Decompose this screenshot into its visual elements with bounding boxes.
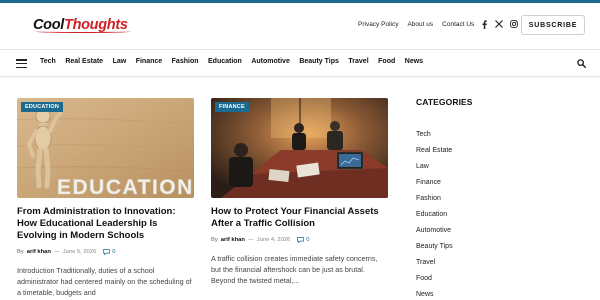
social-links (480, 19, 518, 29)
header-divider (0, 49, 600, 50)
sidebar-category-list: Tech Real Estate Law Finance Fashion Edu… (416, 130, 453, 300)
post-title[interactable]: From Administration to Innovation: How E… (17, 206, 194, 242)
instagram-icon[interactable] (510, 19, 518, 29)
search-icon[interactable] (577, 59, 586, 68)
logo-underline (35, 30, 131, 33)
main-nav: Tech Real Estate Law Finance Fashion Edu… (40, 58, 423, 65)
nav-automotive[interactable]: Automotive (251, 58, 290, 65)
nav-divider (0, 76, 600, 77)
meta-separator: — (53, 249, 60, 255)
sidebar-category-finance[interactable]: Finance (416, 178, 453, 194)
post-date: June 4, 2026 (256, 237, 291, 243)
post-title[interactable]: How to Protect Your Financial Assets Aft… (211, 206, 388, 230)
comments-link[interactable]: 0 (103, 249, 116, 255)
sidebar-category-beauty-tips[interactable]: Beauty Tips (416, 242, 453, 258)
link-privacy-policy[interactable]: Privacy Policy (358, 21, 398, 28)
post-meta: By arif khan — June 5, 2026 0 (17, 249, 194, 255)
link-contact-us[interactable]: Contact Us (442, 21, 474, 28)
top-accent-bar (0, 0, 600, 3)
link-about-us[interactable]: About us (407, 21, 433, 28)
nav-news[interactable]: News (405, 58, 423, 65)
site-logo[interactable]: CoolThoughts (33, 16, 131, 34)
x-twitter-icon[interactable] (495, 19, 503, 29)
sidebar-category-law[interactable]: Law (416, 162, 453, 178)
by-label: By (17, 249, 24, 255)
post-date: June 5, 2026 (62, 249, 97, 255)
menu-icon[interactable] (16, 59, 27, 68)
nav-law[interactable]: Law (113, 58, 127, 65)
nav-education[interactable]: Education (208, 58, 242, 65)
comment-count: 0 (112, 249, 116, 255)
sidebar-category-fashion[interactable]: Fashion (416, 194, 453, 210)
top-links: Privacy Policy About us Contact Us (358, 21, 474, 28)
sidebar-category-real-estate[interactable]: Real Estate (416, 146, 453, 162)
post-author[interactable]: arif khan (221, 237, 245, 243)
meeting-image (211, 98, 388, 198)
sidebar-category-food[interactable]: Food (416, 274, 453, 290)
sidebar-category-travel[interactable]: Travel (416, 258, 453, 274)
post-card: FINANCE How to Protect Your Financial As… (211, 98, 388, 286)
post-author[interactable]: arif khan (27, 249, 51, 255)
nav-real-estate[interactable]: Real Estate (65, 58, 103, 65)
facebook-icon[interactable] (480, 19, 488, 29)
sidebar-category-automotive[interactable]: Automotive (416, 226, 453, 242)
nav-beauty-tips[interactable]: Beauty Tips (299, 58, 339, 65)
sidebar-category-tech[interactable]: Tech (416, 130, 453, 146)
post-excerpt: Introduction Traditionally, duties of a … (17, 266, 192, 297)
comments-link[interactable]: 0 (297, 237, 310, 243)
category-badge[interactable]: FINANCE (215, 102, 249, 112)
comment-icon (103, 249, 111, 255)
image-word: EDUCATION (57, 176, 194, 198)
by-label: By (211, 237, 218, 243)
post-card: EDUCATION EDUCATION From Administration … (17, 98, 194, 298)
education-image: EDUCATION (17, 98, 194, 198)
post-thumbnail[interactable]: EDUCATION EDUCATION (17, 98, 194, 198)
nav-fashion[interactable]: Fashion (172, 58, 199, 65)
nav-food[interactable]: Food (378, 58, 395, 65)
post-meta: By arif khan — June 4, 2026 0 (211, 237, 388, 243)
comment-icon (297, 237, 305, 243)
sidebar-category-news[interactable]: News (416, 290, 453, 300)
sidebar-category-education[interactable]: Education (416, 210, 453, 226)
subscribe-button[interactable]: SUBSCRIBE (521, 15, 585, 35)
comment-count: 0 (306, 237, 310, 243)
nav-travel[interactable]: Travel (348, 58, 368, 65)
post-thumbnail[interactable]: FINANCE (211, 98, 388, 198)
nav-finance[interactable]: Finance (136, 58, 162, 65)
post-excerpt: A traffic collision creates immediate sa… (211, 254, 378, 285)
nav-tech[interactable]: Tech (40, 58, 56, 65)
meta-separator: — (247, 237, 254, 243)
sidebar-categories-heading: CATEGORIES (416, 97, 473, 107)
category-badge[interactable]: EDUCATION (21, 102, 64, 112)
